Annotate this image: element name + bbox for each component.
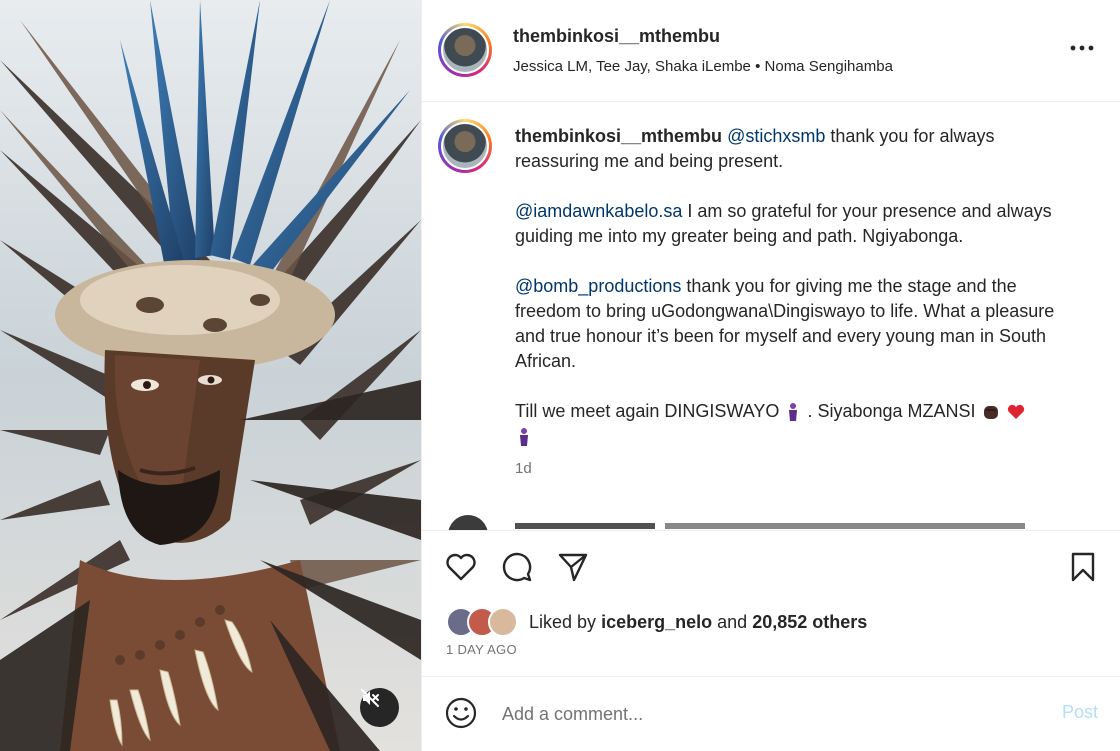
smiley-icon	[445, 697, 477, 729]
speaker-muted-icon	[361, 689, 379, 707]
caption-body: Till we meet again DINGISWAYO	[515, 401, 780, 421]
more-options-button[interactable]	[1068, 36, 1096, 60]
post-panel: thembinkosi__mthembu Jessica LM, Tee Jay…	[421, 0, 1120, 751]
caption-text: thembinkosi__mthembu @stichxsmb thank yo…	[515, 124, 1075, 474]
mention-link[interactable]: @stichxsmb	[727, 126, 825, 146]
post-header: thembinkosi__mthembu Jessica LM, Tee Jay…	[422, 0, 1120, 102]
comment-input[interactable]	[500, 700, 1024, 728]
avatar-image	[443, 124, 487, 168]
emoji-button[interactable]	[444, 696, 478, 730]
post-photo	[0, 0, 421, 751]
caption-author[interactable]: thembinkosi__mthembu	[515, 126, 722, 146]
caption-section: thembinkosi__mthembu @stichxsmb thank yo…	[422, 102, 1120, 530]
author-username[interactable]: thembinkosi__mthembu	[513, 26, 720, 47]
post-actions: Liked by iceberg_nelo and 20,852 others …	[422, 530, 1120, 677]
author-avatar[interactable]	[438, 23, 492, 77]
comment-button[interactable]	[500, 550, 534, 584]
caption-paragraph: @bomb_productions thank you for giving m…	[515, 274, 1075, 374]
subline-separator: •	[755, 58, 761, 75]
like-button[interactable]	[444, 550, 478, 584]
caption-time[interactable]: 1d	[515, 460, 532, 477]
post-date[interactable]: 1 DAY AGO	[446, 642, 517, 657]
person-standing-icon	[520, 428, 528, 447]
red-heart-icon	[1007, 405, 1024, 420]
likes-count[interactable]: 20,852 others	[752, 612, 867, 632]
collaborators-link[interactable]: Jessica LM, Tee Jay, Shaka iLembe	[513, 58, 751, 75]
avatar-image	[443, 28, 487, 72]
likes-text: Liked by iceberg_nelo and 20,852 others	[529, 612, 867, 633]
comment-bar: Post	[422, 676, 1120, 751]
mute-button[interactable]	[360, 688, 399, 727]
send-icon	[558, 553, 588, 582]
post-subline: Jessica LM, Tee Jay, Shaka iLembe • Noma…	[513, 58, 893, 75]
caption-paragraph: thembinkosi__mthembu @stichxsmb thank yo…	[515, 124, 1075, 174]
comment-preview	[515, 523, 1025, 529]
caption-author-avatar[interactable]	[438, 119, 492, 173]
caption-paragraph: Till we meet again DINGISWAYO . Siyabong…	[515, 399, 1075, 449]
likes-prefix: Liked by	[529, 611, 597, 632]
bookmark-icon	[1071, 552, 1095, 582]
comment-avatar[interactable]	[448, 515, 488, 530]
likes-summary: Liked by iceberg_nelo and 20,852 others	[446, 607, 867, 637]
post-media[interactable]	[0, 0, 421, 751]
share-button[interactable]	[556, 550, 590, 584]
caption-body: . Siyabonga MZANSI	[807, 401, 976, 421]
liker-username[interactable]: iceberg_nelo	[601, 612, 712, 632]
mention-link[interactable]: @iamdawnkabelo.sa	[515, 201, 682, 221]
more-horizontal-icon	[1070, 45, 1094, 51]
mention-link[interactable]: @bomb_productions	[515, 276, 681, 296]
heart-icon	[446, 553, 476, 581]
caption-paragraph: @iamdawnkabelo.sa I am so grateful for y…	[515, 199, 1075, 249]
audio-link[interactable]: Noma Sengihamba	[765, 58, 893, 75]
save-button[interactable]	[1066, 550, 1100, 584]
liker-avatar[interactable]	[488, 607, 518, 637]
comment-icon	[502, 552, 532, 582]
person-standing-icon	[789, 403, 798, 422]
raised-fist-icon	[983, 406, 998, 420]
likes-conjunction: and	[717, 611, 748, 632]
post-comment-button[interactable]: Post	[1062, 702, 1098, 723]
